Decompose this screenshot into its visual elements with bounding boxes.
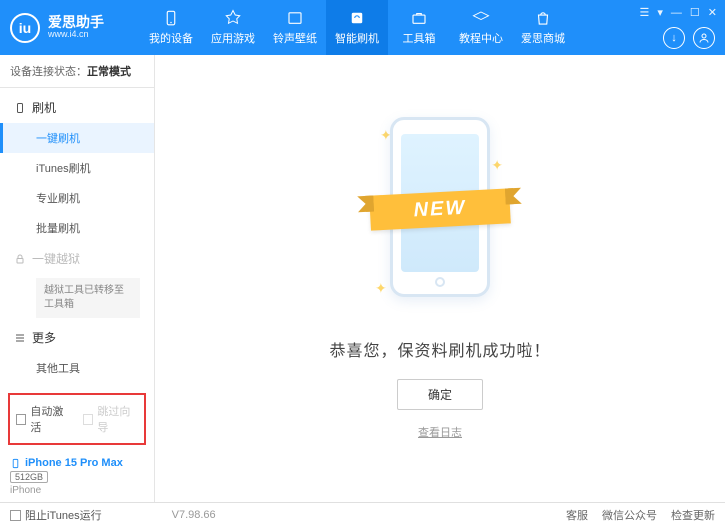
menu-batch-flash[interactable]: 批量刷机 <box>0 213 154 243</box>
window-controls: ☰ ▾ — ☐ ✕ <box>640 6 718 19</box>
new-ribbon: NEW <box>369 188 511 230</box>
download-button[interactable]: ↓ <box>663 27 685 49</box>
nav-flash[interactable]: 智能刷机 <box>326 0 388 55</box>
ok-button[interactable]: 确定 <box>397 379 483 410</box>
nav-my-device[interactable]: 我的设备 <box>140 0 202 55</box>
app-url: www.i4.cn <box>48 30 104 40</box>
success-illustration: ✦ ✦ ✦ NEW <box>375 117 505 317</box>
lock-icon[interactable]: ▾ <box>657 6 663 19</box>
main-panel: ✦ ✦ ✦ NEW 恭喜您，保资料刷机成功啦！ 确定 查看日志 <box>155 55 725 502</box>
phone-icon <box>14 102 26 114</box>
menu-itunes-flash[interactable]: iTunes刷机 <box>0 153 154 183</box>
block-itunes-checkbox[interactable]: 阻止iTunes运行 <box>10 507 102 523</box>
list-icon <box>14 332 26 344</box>
app-header: iu 爱思助手 www.i4.cn 我的设备 应用游戏 铃声壁纸 智能刷机 工具… <box>0 0 725 55</box>
skip-guide-checkbox: 跳过向导 <box>83 403 138 435</box>
jailbreak-note: 越狱工具已转移至工具箱 <box>36 278 140 318</box>
footer-wechat[interactable]: 微信公众号 <box>602 507 657 523</box>
image-icon <box>286 9 304 27</box>
graduation-icon <box>472 9 490 27</box>
auto-activate-checkbox[interactable]: 自动激活 <box>16 403 71 435</box>
phone-icon <box>162 9 180 27</box>
app-name: 爱思助手 <box>48 15 104 30</box>
device-name[interactable]: iPhone 15 Pro Max <box>10 457 144 469</box>
phone-icon <box>10 458 21 469</box>
user-icon <box>698 32 710 44</box>
view-log-link[interactable]: 查看日志 <box>418 424 462 440</box>
storage-badge: 512GB <box>10 471 48 483</box>
menu-icon[interactable]: ☰ <box>640 6 650 19</box>
connection-status: 设备连接状态：正常模式 <box>0 55 154 88</box>
footer: 阻止iTunes运行 V7.98.66 客服 微信公众号 检查更新 <box>0 502 725 527</box>
top-nav: 我的设备 应用游戏 铃声壁纸 智能刷机 工具箱 教程中心 爱思商城 <box>140 0 715 55</box>
refresh-icon <box>348 9 366 27</box>
nav-toolbox[interactable]: 工具箱 <box>388 0 450 55</box>
sidebar: 设备连接状态：正常模式 刷机 一键刷机 iTunes刷机 专业刷机 批量刷机 一… <box>0 55 155 502</box>
device-type: iPhone <box>10 485 144 496</box>
nav-ringtones[interactable]: 铃声壁纸 <box>264 0 326 55</box>
menu-other-tools[interactable]: 其他工具 <box>0 353 154 383</box>
logo-area: iu 爱思助手 www.i4.cn <box>10 13 140 43</box>
maximize-icon[interactable]: ☐ <box>690 6 700 19</box>
menu-more-header[interactable]: 更多 <box>0 322 154 353</box>
menu-flash-header[interactable]: 刷机 <box>0 92 154 123</box>
nav-tutorials[interactable]: 教程中心 <box>450 0 512 55</box>
nav-store[interactable]: 爱思商城 <box>512 0 574 55</box>
menu-pro-flash[interactable]: 专业刷机 <box>0 183 154 213</box>
success-message: 恭喜您，保资料刷机成功啦！ <box>329 337 550 361</box>
user-button[interactable] <box>693 27 715 49</box>
menu-jailbreak-header[interactable]: 一键越狱 <box>0 243 154 274</box>
menu-one-click-flash[interactable]: 一键刷机 <box>0 123 154 153</box>
nav-apps-games[interactable]: 应用游戏 <box>202 0 264 55</box>
bag-icon <box>534 9 552 27</box>
version-label: V7.98.66 <box>102 509 566 521</box>
minimize-icon[interactable]: — <box>671 7 682 19</box>
options-highlight-box: 自动激活 跳过向导 <box>8 393 146 445</box>
footer-check-update[interactable]: 检查更新 <box>671 507 715 523</box>
footer-support[interactable]: 客服 <box>566 507 588 523</box>
lock-icon <box>14 253 26 265</box>
close-icon[interactable]: ✕ <box>708 6 717 19</box>
logo-icon: iu <box>10 13 40 43</box>
toolbox-icon <box>410 9 428 27</box>
device-info: iPhone 15 Pro Max 512GB iPhone <box>0 451 154 502</box>
apps-icon <box>224 9 242 27</box>
menu-download-firmware[interactable]: 下载固件 <box>0 383 154 387</box>
